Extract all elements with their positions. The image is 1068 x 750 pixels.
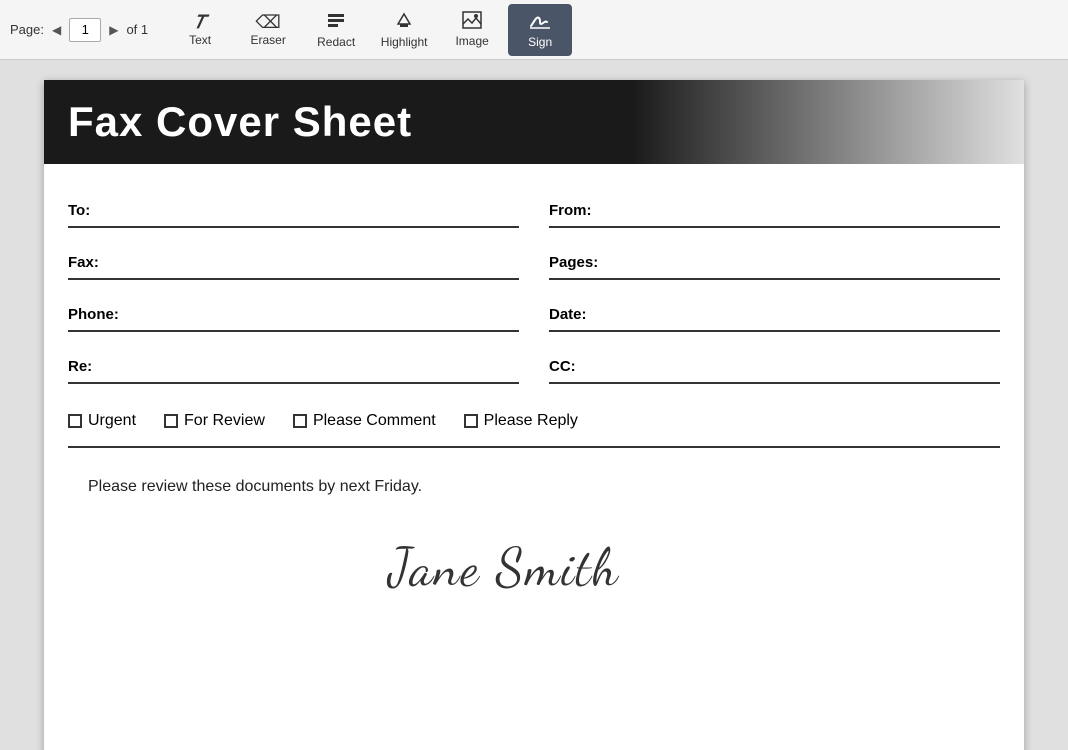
fax-pages-row: Fax: Pages:	[68, 246, 1000, 298]
highlight-tool-label: Highlight	[381, 35, 428, 49]
text-icon: 𝑇	[194, 13, 205, 31]
please-reply-label: Please Reply	[484, 412, 578, 430]
from-label: From:	[549, 202, 592, 219]
to-field: To:	[68, 194, 519, 228]
for-review-checkbox-item[interactable]: For Review	[164, 412, 265, 430]
fax-header-banner: Fax Cover Sheet	[44, 80, 1024, 164]
checkboxes-row: Urgent For Review Please Comment Please …	[68, 412, 1000, 430]
highlight-tool-button[interactable]: Highlight	[372, 4, 436, 56]
page-label: Page:	[10, 22, 44, 37]
sign-tool-button[interactable]: Sign	[508, 4, 572, 56]
toolbar: Page: ◀ ▶ of 1 𝑇 Text ⌫ Eraser Redact	[0, 0, 1068, 60]
prev-page-button[interactable]: ◀	[48, 21, 65, 39]
image-tool-button[interactable]: Image	[440, 4, 504, 56]
for-review-checkbox[interactable]	[164, 414, 178, 428]
urgent-checkbox-item[interactable]: Urgent	[68, 412, 136, 430]
phone-label: Phone:	[68, 306, 119, 323]
image-tool-label: Image	[455, 34, 488, 48]
please-comment-label: Please Comment	[313, 412, 436, 430]
to-from-row: To: From:	[68, 194, 1000, 246]
sign-icon	[529, 10, 551, 33]
please-reply-checkbox[interactable]	[464, 414, 478, 428]
cc-field: CC:	[549, 350, 1000, 384]
pages-label: Pages:	[549, 254, 598, 271]
phone-date-row: Phone: Date:	[68, 298, 1000, 350]
phone-field: Phone:	[68, 298, 519, 332]
for-review-label: For Review	[184, 412, 265, 430]
date-label: Date:	[549, 306, 587, 323]
please-comment-checkbox-item[interactable]: Please Comment	[293, 412, 436, 430]
urgent-label: Urgent	[88, 412, 136, 430]
date-field: Date:	[549, 298, 1000, 332]
fax-field: Fax:	[68, 246, 519, 280]
from-field: From:	[549, 194, 1000, 228]
please-comment-checkbox[interactable]	[293, 414, 307, 428]
please-reply-checkbox-item[interactable]: Please Reply	[464, 412, 578, 430]
text-tool-button[interactable]: 𝑇 Text	[168, 4, 232, 56]
body-text: Please review these documents by next Fr…	[88, 478, 1000, 496]
re-field: Re:	[68, 350, 519, 384]
urgent-checkbox[interactable]	[68, 414, 82, 428]
separator-line	[68, 446, 1000, 448]
page-of-label: of 1	[126, 22, 148, 37]
page-navigation: Page: ◀ ▶ of 1	[10, 18, 148, 42]
signature-area: Jane Smith	[68, 536, 1000, 599]
image-icon	[462, 11, 482, 32]
page-input[interactable]	[69, 18, 101, 42]
fax-cover-title: Fax Cover Sheet	[68, 98, 1000, 146]
eraser-icon: ⌫	[255, 13, 280, 31]
fax-label: Fax:	[68, 254, 99, 271]
signature: Jane Smith	[388, 536, 619, 599]
document: Fax Cover Sheet To: From: Fax: Pages:	[44, 80, 1024, 750]
re-label: Re:	[68, 358, 92, 375]
eraser-tool-label: Eraser	[250, 33, 285, 47]
redact-tool-button[interactable]: Redact	[304, 4, 368, 56]
to-label: To:	[68, 202, 90, 219]
main-area: Fax Cover Sheet To: From: Fax: Pages:	[0, 60, 1068, 750]
cc-label: CC:	[549, 358, 576, 375]
highlight-icon	[394, 10, 414, 33]
redact-tool-label: Redact	[317, 35, 355, 49]
text-tool-label: Text	[189, 33, 211, 47]
eraser-tool-button[interactable]: ⌫ Eraser	[236, 4, 300, 56]
sign-tool-label: Sign	[528, 35, 552, 49]
next-page-button[interactable]: ▶	[105, 21, 122, 39]
redact-icon	[326, 11, 346, 33]
re-cc-row: Re: CC:	[68, 350, 1000, 402]
pages-field: Pages:	[549, 246, 1000, 280]
form-content: To: From: Fax: Pages: Phone:	[44, 194, 1024, 599]
